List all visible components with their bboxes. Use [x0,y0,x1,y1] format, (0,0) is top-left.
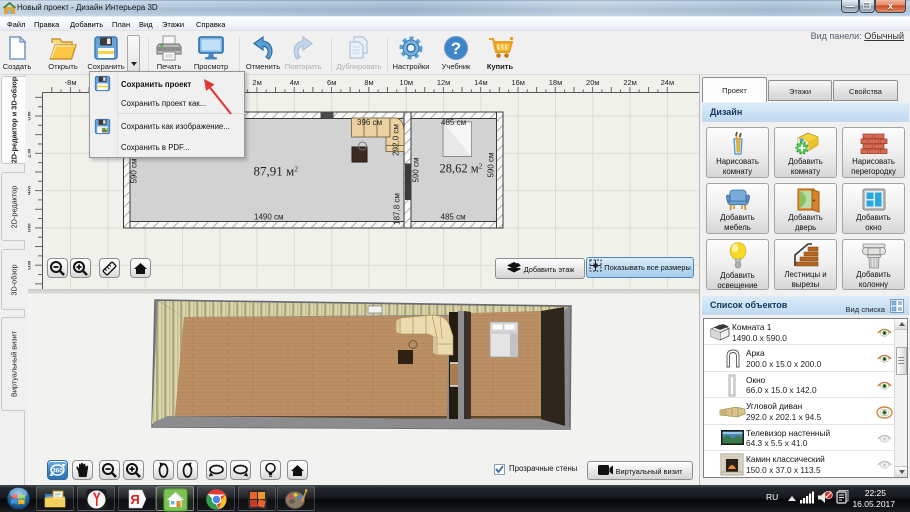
svg-text:?: ? [451,39,461,58]
svg-text:360: 360 [52,468,63,475]
svg-text:10м: 10м [400,78,414,87]
svg-text:16м: 16м [511,78,525,87]
svg-text:0м: 0м [28,111,33,120]
svg-text:292,0 см: 292,0 см [392,124,401,156]
svg-text:187,8 см: 187,8 см [393,193,402,225]
svg-text:8м: 8м [28,261,33,270]
svg-text:4м: 4м [290,78,299,87]
svg-text:6м: 6м [327,78,336,87]
svg-text:87,91 м2: 87,91 м2 [254,164,299,179]
svg-text:8м: 8м [364,78,373,87]
svg-text:14м: 14м [474,78,488,87]
svg-text:2м: 2м [252,78,261,87]
svg-text:12м: 12м [437,78,451,87]
svg-text:590 см: 590 см [487,152,496,177]
svg-text:Я: Я [130,492,139,507]
svg-text:24м: 24м [661,78,675,87]
svg-text:18м: 18м [549,78,563,87]
svg-text:20м: 20м [586,78,600,87]
svg-text:2м: 2м [28,149,33,158]
svg-text:396 см: 396 см [357,118,382,127]
svg-text:28,62 м2: 28,62 м2 [440,162,483,176]
svg-text:590 см: 590 см [412,157,421,182]
svg-text:4м: 4м [28,186,33,195]
svg-text:485 см: 485 см [441,118,466,127]
svg-text:485 см: 485 см [441,213,466,222]
svg-text:590 см: 590 см [130,158,139,183]
svg-text:-8м: -8м [65,78,77,87]
svg-text:22м: 22м [623,78,637,87]
svg-text:6м: 6м [28,223,33,232]
svg-text:1490 см: 1490 см [254,213,284,222]
